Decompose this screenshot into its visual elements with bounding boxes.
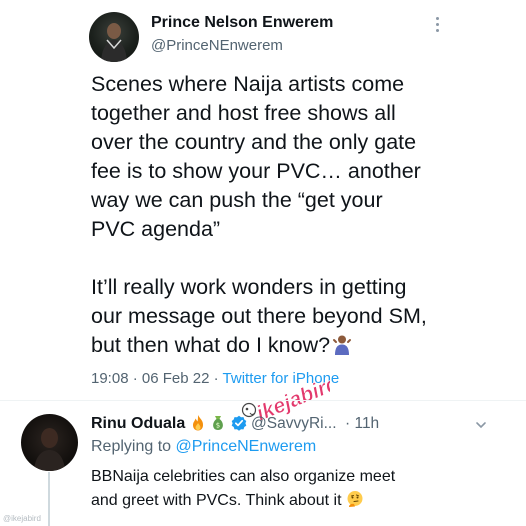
verified-badge-icon: [231, 415, 246, 431]
money-bag-emoji: $: [213, 416, 224, 430]
display-name[interactable]: Prince Nelson Enwerem: [151, 14, 333, 32]
fire-emoji: [192, 415, 203, 431]
avatar-photo: [101, 23, 127, 62]
avatar[interactable]: [89, 12, 139, 62]
svg-text:$: $: [216, 422, 220, 430]
person-shrugging-emoji: [333, 335, 352, 355]
reply-avatar-photo: [34, 428, 65, 471]
replying-to-label: Replying to: [91, 438, 172, 455]
reply-avatar[interactable]: [21, 414, 78, 471]
tweet-paragraph-2: It’ll really work wonders in getting our…: [91, 273, 521, 360]
corner-watermark: @ikejabird: [3, 514, 41, 523]
reply-display-name[interactable]: Rinu Oduala: [91, 415, 185, 432]
replying-to: Replying to @PrinceNEnwerem: [91, 438, 316, 456]
reply-time[interactable]: · 11h: [345, 415, 379, 432]
tweet-paragraph-2-text: It’ll really work wonders in getting our…: [91, 275, 427, 357]
tweet-header: Prince Nelson Enwerem @PrinceNEnwerem: [0, 0, 526, 70]
tweet-date: 06 Feb 22: [141, 370, 210, 387]
replying-to-mention[interactable]: @PrinceNEnwerem: [176, 438, 317, 455]
chevron-down-icon[interactable]: [474, 418, 488, 432]
meta-separator: ·: [132, 370, 138, 387]
reply-header: Rinu Oduala $ @SavvyRi... · 11h: [91, 414, 379, 433]
thread-line: [48, 472, 50, 526]
tweet-paragraph-1: Scenes where Naija artists come together…: [91, 72, 421, 241]
tweet-time: 19:08: [91, 370, 129, 387]
more-vertical-icon[interactable]: [430, 14, 444, 36]
meta-separator: ·: [213, 370, 219, 387]
reply-text: BBNaija celebrities can also organize me…: [91, 465, 521, 513]
user-handle[interactable]: @PrinceNEnwerem: [151, 37, 283, 54]
reply-user-handle[interactable]: @SavvyRi...: [251, 415, 337, 432]
thinking-face-emoji: [347, 491, 363, 507]
tweet-text: Scenes where Naija artists come together…: [91, 70, 521, 360]
divider: [0, 400, 526, 401]
